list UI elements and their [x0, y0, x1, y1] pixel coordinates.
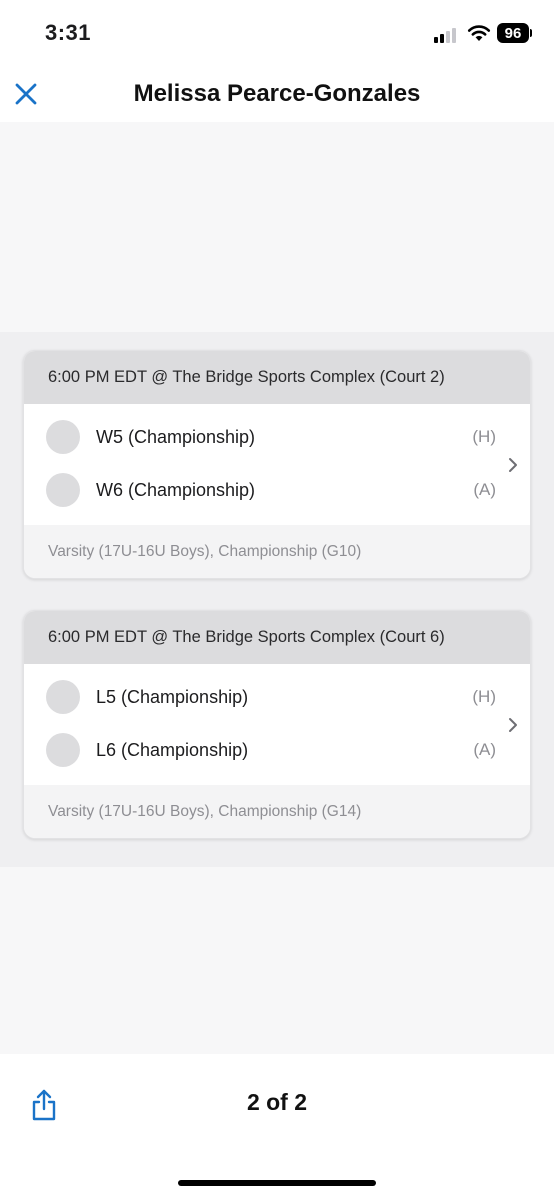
chevron-right-icon[interactable]: [506, 716, 520, 734]
away-team-name: L6 (Championship): [96, 739, 249, 760]
game-division: Varsity (17U-16U Boys), Championship (G1…: [24, 785, 530, 838]
home-indicator[interactable]: [178, 1180, 376, 1186]
page-title: Melissa Pearce-Gonzales: [133, 80, 421, 107]
battery-indicator: 96: [497, 23, 529, 43]
status-time: 3:31: [45, 20, 92, 45]
home-team-row: W5 (Championship) (H): [46, 417, 496, 457]
game-card[interactable]: 6:00 PM EDT @ The Bridge Sports Complex …: [23, 350, 531, 579]
team-avatar: [46, 473, 80, 507]
bottom-toolbar: 2 of 2: [0, 1054, 554, 1200]
team-avatar: [46, 420, 80, 454]
home-team-name: W5 (Championship): [96, 426, 256, 447]
home-indicator-label: (H): [472, 687, 496, 706]
home-team-row: L5 (Championship) (H): [46, 677, 496, 717]
away-team-row: L6 (Championship) (A): [46, 730, 496, 770]
team-avatar: [46, 680, 80, 714]
home-team-name: L5 (Championship): [96, 686, 249, 707]
title-bar: Melissa Pearce-Gonzales: [0, 68, 554, 122]
status-bar: 3:31 96: [0, 0, 554, 68]
game-division: Varsity (17U-16U Boys), Championship (G1…: [24, 525, 530, 578]
away-team-row: W6 (Championship) (A): [46, 470, 496, 510]
chevron-right-icon[interactable]: [506, 456, 520, 474]
game-matchup: L5 (Championship) (H) L6 (Championship) …: [24, 664, 530, 785]
game-time-location: 6:00 PM EDT @ The Bridge Sports Complex …: [24, 611, 530, 664]
team-avatar: [46, 733, 80, 767]
away-team-name: W6 (Championship): [96, 479, 256, 500]
page-counter: 2 of 2: [246, 1089, 308, 1115]
game-matchup: W5 (Championship) (H) W6 (Championship) …: [24, 404, 530, 525]
game-card[interactable]: 6:00 PM EDT @ The Bridge Sports Complex …: [23, 610, 531, 839]
home-indicator-label: (H): [472, 427, 496, 446]
document-preview[interactable]: 6:00 PM EDT @ The Bridge Sports Complex …: [0, 122, 554, 1054]
battery-nub: [530, 29, 532, 37]
wifi-icon: [467, 25, 491, 41]
game-time-location: 6:00 PM EDT @ The Bridge Sports Complex …: [24, 351, 530, 404]
cellular-signal-icon: [434, 27, 460, 43]
page-sheet: 6:00 PM EDT @ The Bridge Sports Complex …: [0, 332, 554, 867]
away-indicator-label: (A): [473, 740, 496, 759]
away-indicator-label: (A): [473, 480, 496, 499]
